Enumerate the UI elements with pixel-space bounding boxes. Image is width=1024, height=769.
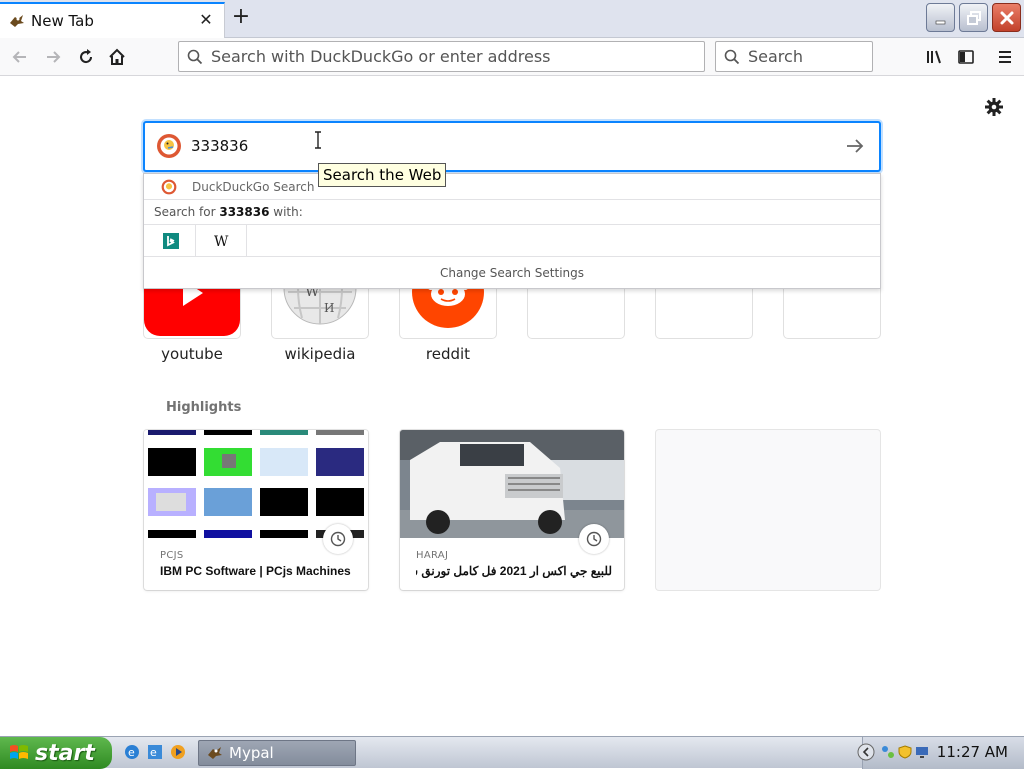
forward-button[interactable] (42, 46, 64, 68)
highlight-card-empty (656, 430, 880, 590)
tab-new-tab[interactable]: New Tab ✕ (0, 2, 225, 38)
tab-title: New Tab (31, 12, 94, 30)
duckduckgo-logo-icon (157, 134, 181, 158)
display-icon[interactable] (915, 745, 929, 759)
restore-icon (966, 10, 981, 25)
media-player-icon[interactable] (170, 744, 186, 760)
tray-expand-chevron-icon[interactable] (857, 743, 875, 761)
internet-explorer-icon[interactable]: e (124, 744, 140, 760)
restore-button[interactable] (959, 3, 988, 32)
start-label: start (35, 740, 95, 766)
windows-taskbar: start e e Mypal 11:27 AM (0, 736, 1024, 769)
search-for-query: 333836 (219, 205, 270, 219)
minimize-icon (935, 20, 945, 24)
go-arrow-icon[interactable] (845, 136, 865, 156)
bing-icon (162, 233, 179, 249)
close-window-button[interactable] (992, 3, 1021, 32)
svg-text:e: e (128, 746, 135, 759)
highlight-source: HARAJ (416, 550, 449, 561)
search-suggestions-dropdown: DuckDuckGo Search Search for 333836 with… (143, 173, 881, 289)
gear-icon[interactable] (984, 97, 1004, 117)
tab-strip: New Tab ✕ + (0, 0, 1024, 38)
wikipedia-w-icon: W (214, 234, 229, 248)
change-search-settings[interactable]: Change Search Settings (144, 260, 880, 288)
search-icon (187, 49, 203, 64)
top-site-label: reddit (425, 345, 471, 363)
haraj-car-thumbnail (400, 430, 624, 538)
top-site-label: wikipedia (284, 345, 356, 363)
outlook-express-icon[interactable]: e (147, 744, 163, 760)
search-icon (724, 49, 740, 64)
tab-close-icon[interactable]: ✕ (198, 12, 214, 28)
home-button[interactable] (106, 46, 128, 68)
duckduckgo-logo-icon (161, 179, 177, 194)
minimize-button[interactable] (926, 3, 955, 32)
system-tray: 11:27 AM (857, 737, 1024, 769)
address-bar-placeholder: Search with DuckDuckGo or enter address (211, 47, 551, 66)
sidebar-icon (958, 50, 974, 64)
search-bar[interactable]: Search (715, 41, 873, 72)
library-button[interactable] (923, 46, 945, 68)
search-bar-placeholder: Search (748, 47, 803, 66)
bing-engine-button[interactable] (146, 225, 196, 257)
search-query-text: 333836 (191, 137, 249, 155)
start-button[interactable]: start (0, 737, 112, 769)
highlight-title: للبيع جي اكس ار 2021 فل كامل تورنق سعود.… (416, 564, 612, 578)
library-icon (927, 50, 941, 64)
search-for-prefix: Search for (154, 205, 220, 219)
search-for-suffix: with: (269, 205, 303, 219)
network-icon[interactable] (881, 745, 895, 759)
search-for-text: Search for 333836 with: (154, 205, 303, 219)
mypal-icon (208, 747, 222, 759)
sidebar-button[interactable] (955, 46, 977, 68)
wikipedia-engine-button[interactable]: W (197, 225, 247, 257)
text-cursor-icon (315, 131, 321, 149)
highlight-source: PCJS (160, 550, 184, 561)
address-bar[interactable]: Search with DuckDuckGo or enter address (178, 41, 705, 72)
forward-arrow-icon (47, 51, 61, 63)
svg-text:W: W (214, 234, 229, 248)
home-icon (109, 48, 125, 65)
hamburger-menu-icon (999, 51, 1011, 63)
dropdown-engine-row[interactable]: DuckDuckGo Search (144, 174, 880, 200)
taskbar-clock: 11:27 AM (936, 743, 1008, 761)
highlights-heading: Highlights (166, 400, 242, 415)
back-button[interactable] (9, 46, 31, 68)
navigation-toolbar: Search with DuckDuckGo or enter address … (0, 38, 1024, 76)
one-off-engines: W (144, 224, 880, 257)
clock-icon (579, 524, 609, 554)
clock-icon (323, 524, 353, 554)
menu-button[interactable] (994, 46, 1016, 68)
highlight-title: IBM PC Software | PCjs Machines (160, 564, 351, 578)
pcjs-thumbnail (144, 430, 368, 538)
close-icon (1000, 11, 1013, 24)
reload-icon (80, 49, 93, 64)
taskbar-button-mypal[interactable]: Mypal (198, 740, 356, 766)
svg-text:И: И (324, 301, 334, 315)
mypal-favicon-icon (9, 13, 25, 29)
dropdown-engine-label: DuckDuckGo Search (192, 179, 315, 194)
new-tab-button[interactable]: + (230, 6, 252, 30)
taskbar-button-label: Mypal (229, 744, 274, 762)
tooltip: Search the Web (318, 163, 447, 187)
svg-text:e: e (150, 746, 157, 759)
security-shield-icon[interactable] (898, 745, 912, 759)
highlight-card-haraj[interactable]: HARAJ للبيع جي اكس ار 2021 فل كامل تورنق… (400, 430, 624, 590)
reload-button[interactable] (75, 46, 97, 68)
windows-logo-icon (10, 745, 28, 759)
top-site-label: youtube (161, 345, 223, 363)
back-arrow-icon (12, 51, 26, 63)
page-search-input[interactable]: 333836 (143, 121, 881, 172)
highlight-card-pcjs[interactable]: PCJS IBM PC Software | PCjs Machines (144, 430, 368, 590)
